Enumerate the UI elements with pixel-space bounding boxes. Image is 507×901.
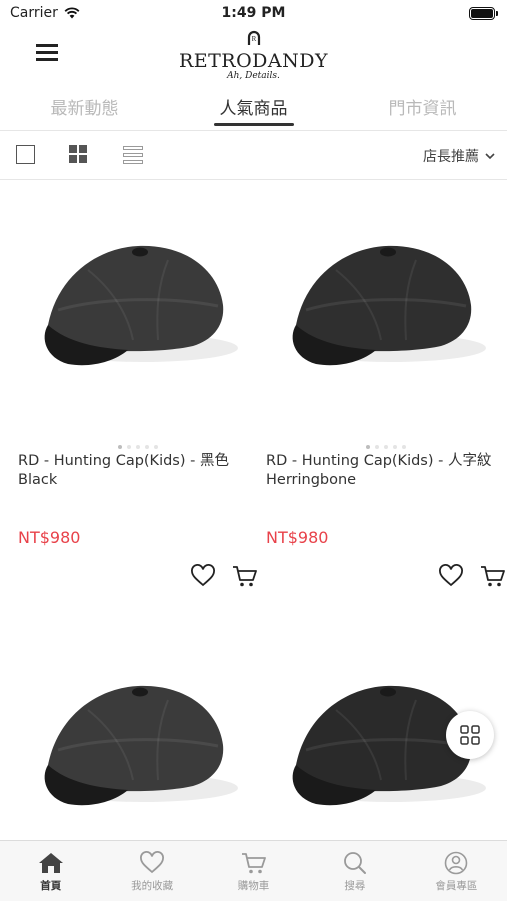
nav-label: 購物車	[237, 880, 270, 892]
view-toolbar: 店長推薦	[0, 131, 507, 180]
favorite-heart-icon[interactable]	[190, 564, 216, 588]
product-image[interactable]	[18, 620, 258, 840]
grid-view-icon[interactable]	[69, 145, 89, 165]
heart-icon	[140, 851, 165, 874]
sort-label: 店長推薦	[423, 149, 479, 165]
nav-label: 首頁	[40, 880, 62, 892]
tab-latest-news[interactable]: 最新動態	[0, 84, 169, 130]
tab-store-info[interactable]: 門市資訊	[338, 84, 507, 130]
bottom-tab-bar: 首頁 我的收藏 購物車 搜尋 會員專區	[0, 840, 507, 901]
nav-label: 我的收藏	[131, 880, 174, 892]
chevron-down-icon	[485, 152, 495, 159]
list-view-icon[interactable]	[123, 145, 143, 165]
nav-label: 會員專區	[435, 880, 478, 892]
add-to-cart-icon[interactable]	[480, 564, 506, 588]
product-name[interactable]: RD - Hunting Cap(Kids) - 黑色 Black	[18, 452, 250, 490]
search-icon	[344, 852, 366, 874]
clock: 1:49 PM	[221, 5, 286, 21]
single-view-icon[interactable]	[16, 145, 35, 164]
favorite-heart-icon[interactable]	[438, 564, 464, 588]
brand-logo[interactable]: R RETRODANDY Ah, Details.	[0, 28, 507, 82]
image-carousel-dots	[266, 434, 506, 453]
svg-text:R: R	[251, 35, 256, 43]
logo-wordmark: RETRODANDY	[178, 50, 329, 72]
cart-icon	[241, 853, 266, 874]
product-price: NT$980	[266, 528, 329, 547]
product-grid: RD - Hunting Cap(Kids) - 黑色 Black NT$980…	[0, 180, 507, 840]
nav-home[interactable]: 首頁	[0, 841, 101, 901]
home-icon	[38, 853, 63, 873]
add-to-cart-icon[interactable]	[232, 564, 258, 588]
nav-label: 搜尋	[344, 880, 366, 892]
status-bar: Carrier 1:49 PM	[0, 0, 507, 28]
product-image[interactable]	[266, 180, 506, 430]
top-tabs: 最新動態 人氣商品 門市資訊	[0, 84, 507, 131]
battery-icon	[469, 7, 498, 20]
product-name[interactable]: RD - Hunting Cap(Kids) - 人字紋 Herringbone	[266, 452, 498, 490]
nav-cart[interactable]: 購物車	[203, 841, 304, 901]
horseshoe-emblem-icon: R	[247, 30, 260, 45]
product-price: NT$980	[18, 528, 81, 547]
user-icon	[445, 851, 468, 875]
image-carousel-dots	[18, 434, 258, 453]
grid-icon	[460, 725, 480, 745]
product-image[interactable]	[18, 180, 258, 430]
sort-dropdown[interactable]: 店長推薦	[423, 146, 495, 166]
nav-search[interactable]: 搜尋	[304, 841, 405, 901]
nav-member[interactable]: 會員專區	[406, 841, 507, 901]
logo-tagline: Ah, Details.	[227, 71, 280, 81]
nav-favorites[interactable]: 我的收藏	[101, 841, 202, 901]
app-header: R RETRODANDY Ah, Details.	[0, 28, 507, 84]
tab-popular-products[interactable]: 人氣商品	[169, 84, 338, 130]
layout-toggle-button[interactable]	[446, 711, 494, 759]
